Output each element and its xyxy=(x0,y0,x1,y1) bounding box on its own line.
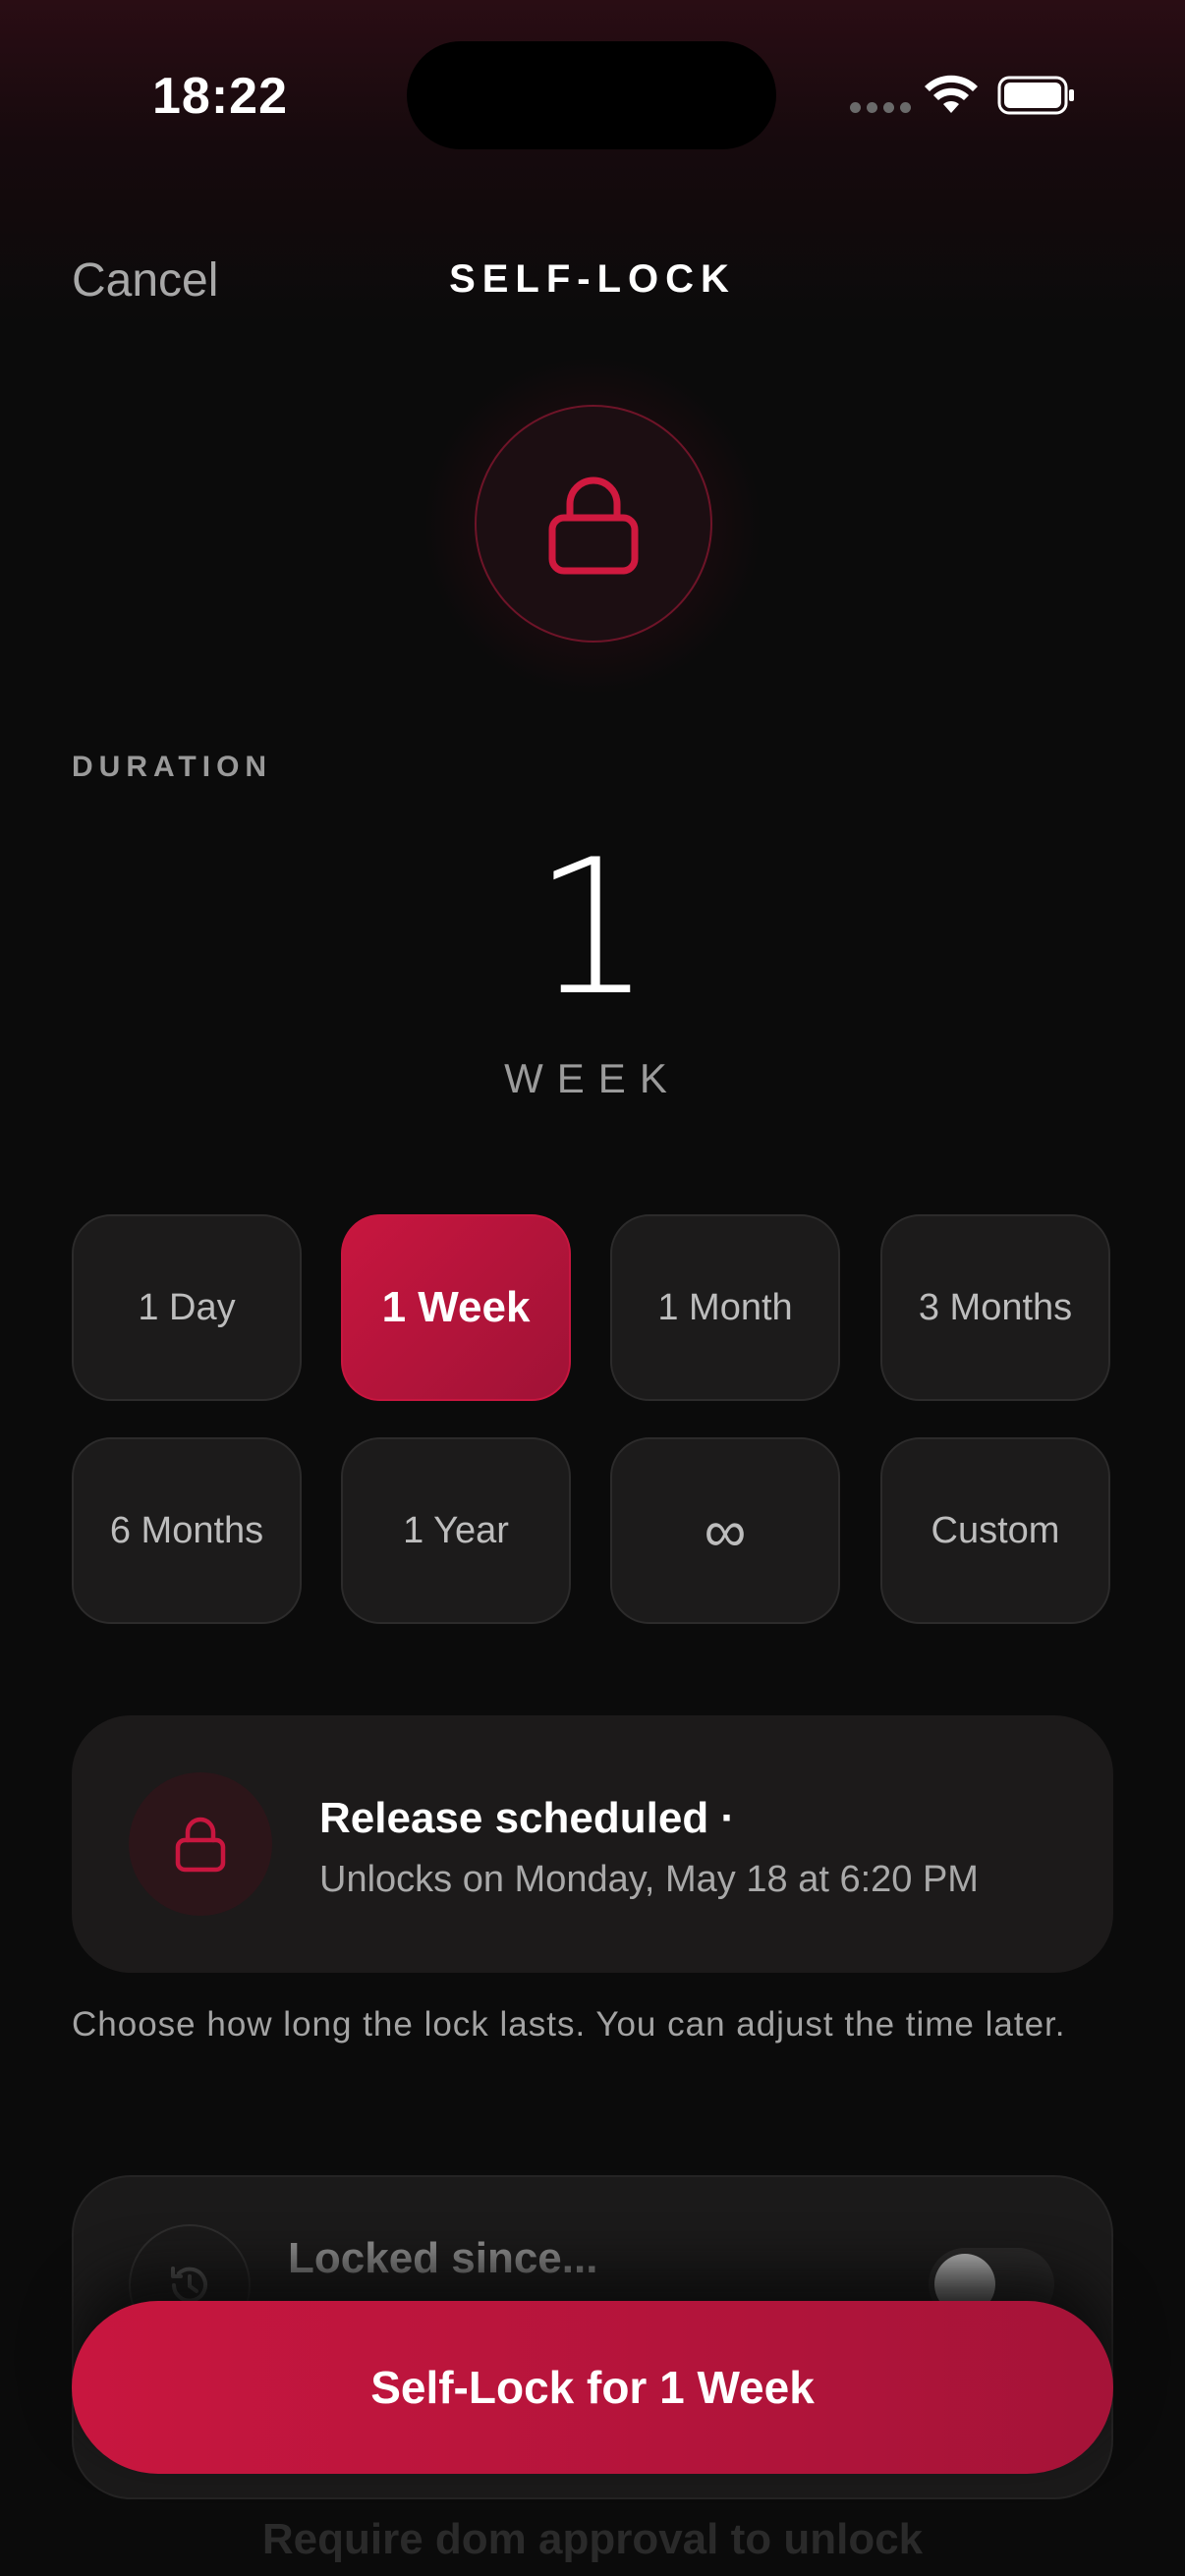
locked-since-title: Locked since... xyxy=(288,2234,598,2282)
self-lock-button[interactable]: Self-Lock for 1 Week xyxy=(72,2301,1113,2474)
duration-option-custom[interactable]: Custom xyxy=(880,1437,1110,1624)
release-scheduled-card: Release scheduled · Unlocks on Monday, M… xyxy=(72,1715,1113,1973)
duration-option-3-months[interactable]: 3 Months xyxy=(880,1214,1110,1401)
status-time: 18:22 xyxy=(152,68,288,125)
page-title: SELF-LOCK xyxy=(449,257,736,301)
duration-option-1-month[interactable]: 1 Month xyxy=(610,1214,840,1401)
duration-option-1-week[interactable]: 1 Week xyxy=(341,1214,571,1401)
helper-text: Choose how long the lock lasts. You can … xyxy=(72,2005,1066,2044)
wifi-icon xyxy=(925,75,978,113)
duration-option-infinite[interactable]: ∞ xyxy=(610,1437,840,1624)
battery-icon xyxy=(997,76,1074,115)
duration-value: 1 xyxy=(533,819,652,1036)
lock-icon xyxy=(548,476,639,575)
hero-lock-badge xyxy=(475,405,712,643)
duration-option-1-day[interactable]: 1 Day xyxy=(72,1214,302,1401)
lock-icon xyxy=(175,1817,226,1873)
dynamic-island xyxy=(407,41,776,149)
cellular-signal-icon xyxy=(850,102,911,113)
duration-option-1-year[interactable]: 1 Year xyxy=(341,1437,571,1624)
release-subtitle: Unlocks on Monday, May 18 at 6:20 PM xyxy=(319,1859,979,1900)
require-approval-label: Require dom approval to unlock xyxy=(261,2515,924,2563)
duration-section-label: DURATION xyxy=(72,751,273,783)
duration-option-6-months[interactable]: 6 Months xyxy=(72,1437,302,1624)
release-lock-badge xyxy=(129,1772,272,1916)
duration-unit: WEEK xyxy=(504,1055,681,1101)
release-title: Release scheduled · xyxy=(319,1794,736,1842)
